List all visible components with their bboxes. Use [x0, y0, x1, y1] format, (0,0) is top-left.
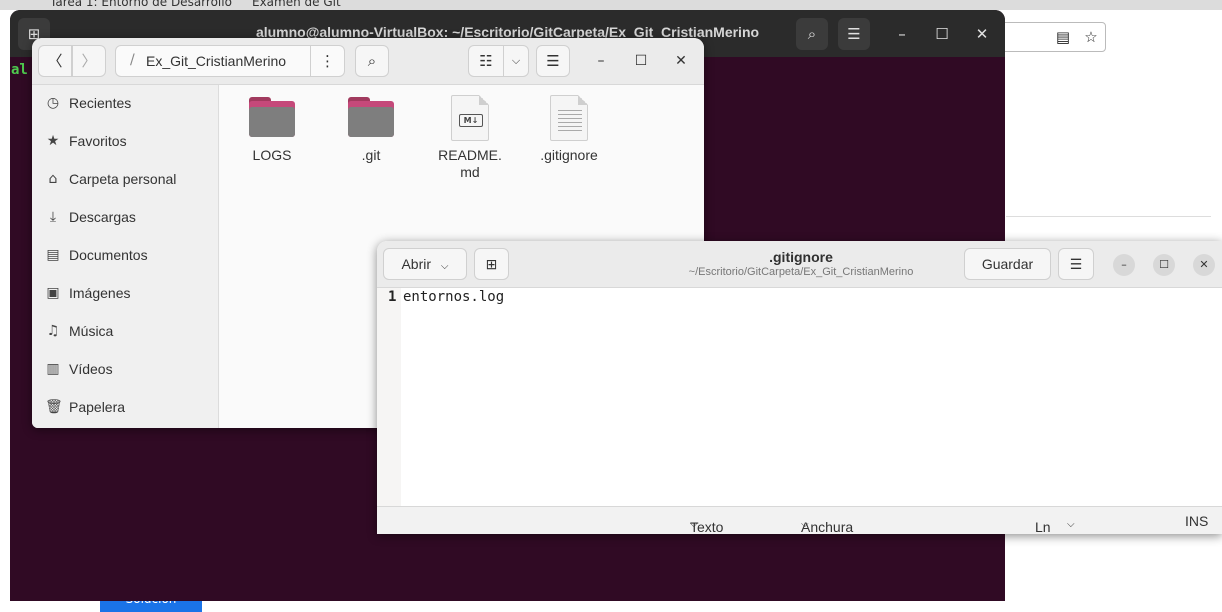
line-number-gutter — [377, 288, 401, 506]
maximize-icon[interactable]: ☐ — [1153, 254, 1175, 276]
sidebar-item[interactable]: ⤓ Descargas — [32, 199, 219, 237]
forward-icon[interactable]: 〉 — [72, 45, 106, 77]
chevron-down-icon: ⌵ — [1067, 519, 1075, 530]
markdown-file-icon: M↓ — [451, 95, 489, 141]
address-bar[interactable]: ▤ ☆ — [1000, 22, 1106, 52]
editor-text-area[interactable]: entornos.log — [403, 289, 504, 305]
video-icon: ▥ — [46, 361, 60, 377]
document-icon: ▤ — [46, 247, 60, 263]
file-name: .git — [361, 147, 381, 163]
close-icon[interactable]: ✕ — [966, 18, 998, 50]
sidebar-item[interactable]: 🗑 Papelera — [32, 389, 219, 427]
chevron-down-icon: ⌵ — [801, 519, 809, 530]
sidebar-item-label: Carpeta personal — [69, 171, 177, 187]
browser-tab-bar: Tarea 1: Entorno de Desarrollo Examen de… — [0, 0, 1222, 10]
sidebar-item[interactable]: ▣ Imágenes — [32, 275, 219, 313]
file-item[interactable]: M↓ README. md — [424, 91, 516, 191]
file-manager-header: 〈 〉 / Ex_Git_CristianMerino ⋮ ⌕ ☷ ⌵ ☰ – … — [32, 38, 704, 85]
file-name: .gitignore — [540, 147, 598, 163]
search-icon[interactable]: ⌕ — [355, 45, 389, 77]
download-icon: ⤓ — [49, 209, 57, 225]
trash-icon: 🗑 — [45, 399, 63, 415]
sidebar-item[interactable]: ♫ Música — [32, 313, 219, 351]
text-file-icon — [550, 95, 588, 141]
star-icon: ★ — [46, 133, 60, 149]
line-number: 1 — [388, 289, 397, 305]
open-button-label: Abrir — [401, 256, 432, 272]
clock-icon: ◷ — [46, 95, 60, 111]
status-bar: Texto plano ⌵ Anchura del tabulador: 8 ⌵… — [377, 506, 1222, 534]
path-bar[interactable]: / Ex_Git_CristianMerino ⋮ — [115, 45, 345, 77]
sidebar-item[interactable]: ◷ Recientes — [32, 85, 219, 123]
sidebar-item-label: Papelera — [69, 399, 126, 415]
hamburger-menu-icon[interactable]: ☰ — [536, 45, 570, 77]
sidebar-item[interactable]: ⌂ Carpeta personal — [32, 161, 219, 199]
minimize-icon[interactable]: – — [1113, 254, 1135, 276]
cursor-position-label: Ln 1, Col 13 — [1035, 519, 1051, 534]
bookmark-star-icon[interactable]: ☆ — [1083, 29, 1099, 45]
browser-tab[interactable]: Tarea 1: Entorno de Desarrollo — [50, 0, 240, 10]
maximize-icon[interactable]: ☐ — [625, 45, 657, 77]
file-name: LOGS — [252, 147, 292, 163]
browser-tab[interactable]: Examen de Git — [252, 0, 392, 10]
sidebar-item-label: Recientes — [69, 95, 132, 111]
back-icon[interactable]: 〈 — [38, 45, 72, 77]
path-menu-icon[interactable]: ⋮ — [310, 46, 344, 76]
sidebar-item-label: Vídeos — [69, 361, 113, 377]
sidebar-item-label: Descargas — [69, 209, 136, 225]
path-root-icon: / — [130, 52, 135, 68]
hamburger-menu-icon[interactable]: ☰ — [1058, 248, 1094, 280]
folder-icon — [249, 97, 295, 137]
chevron-down-icon[interactable]: ⌵ — [503, 45, 529, 77]
chevron-down-icon: ⌵ — [440, 261, 449, 272]
sidebar-item-label: Favoritos — [69, 133, 127, 149]
list-view-icon[interactable]: ☷ — [468, 45, 504, 77]
sidebar-item[interactable]: ▥ Vídeos — [32, 351, 219, 389]
insert-mode-indicator[interactable]: INS — [1185, 513, 1208, 529]
terminal-prompt: al — [11, 62, 28, 78]
reader-view-icon[interactable]: ▤ — [1055, 29, 1071, 45]
save-button[interactable]: Guardar — [964, 248, 1051, 280]
hamburger-menu-icon[interactable]: ☰ — [838, 18, 870, 50]
file-item[interactable]: .git — [325, 91, 417, 191]
minimize-icon[interactable]: – — [886, 18, 918, 50]
close-icon[interactable]: ✕ — [665, 45, 697, 77]
sidebar-item-label: Imágenes — [69, 285, 131, 301]
sidebar-item-label: Documentos — [69, 247, 148, 263]
text-editor-window[interactable]: Abrir ⌵ ⊞ .gitignore ~/Escritorio/GitCar… — [377, 241, 1222, 534]
sidebar-item[interactable]: ▤ Documentos — [32, 237, 219, 275]
maximize-icon[interactable]: ☐ — [926, 18, 958, 50]
document-path: ~/Escritorio/GitCarpeta/Ex_Git_CristianM… — [688, 266, 914, 278]
file-name: README. md — [438, 147, 502, 180]
editor-header: Abrir ⌵ ⊞ .gitignore ~/Escritorio/GitCar… — [377, 241, 1222, 288]
divider — [1006, 216, 1211, 217]
new-document-icon[interactable]: ⊞ — [474, 248, 509, 280]
home-icon: ⌂ — [48, 171, 58, 187]
open-button[interactable]: Abrir ⌵ — [383, 248, 467, 280]
file-item[interactable]: LOGS — [226, 91, 318, 191]
minimize-icon[interactable]: – — [585, 45, 617, 77]
folder-icon — [348, 97, 394, 137]
close-icon[interactable]: ✕ — [1193, 254, 1215, 276]
sidebar-item-label: Música — [69, 323, 114, 339]
chevron-down-icon: ⌵ — [690, 519, 698, 530]
search-icon[interactable]: ⌕ — [796, 18, 828, 50]
path-current-folder[interactable]: Ex_Git_CristianMerino — [146, 53, 286, 69]
document-title: .gitignore — [769, 249, 833, 265]
image-icon: ▣ — [46, 285, 60, 301]
file-item[interactable]: .gitignore — [523, 91, 615, 191]
sidebar: ◷ Recientes ★ Favoritos ⌂ Carpeta personal ⤓ De… — [32, 85, 219, 428]
tab-width-label: Anchura del tabulador: 8 — [801, 519, 854, 534]
music-icon: ♫ — [46, 323, 60, 339]
sidebar-item[interactable]: ★ Favoritos — [32, 123, 219, 161]
